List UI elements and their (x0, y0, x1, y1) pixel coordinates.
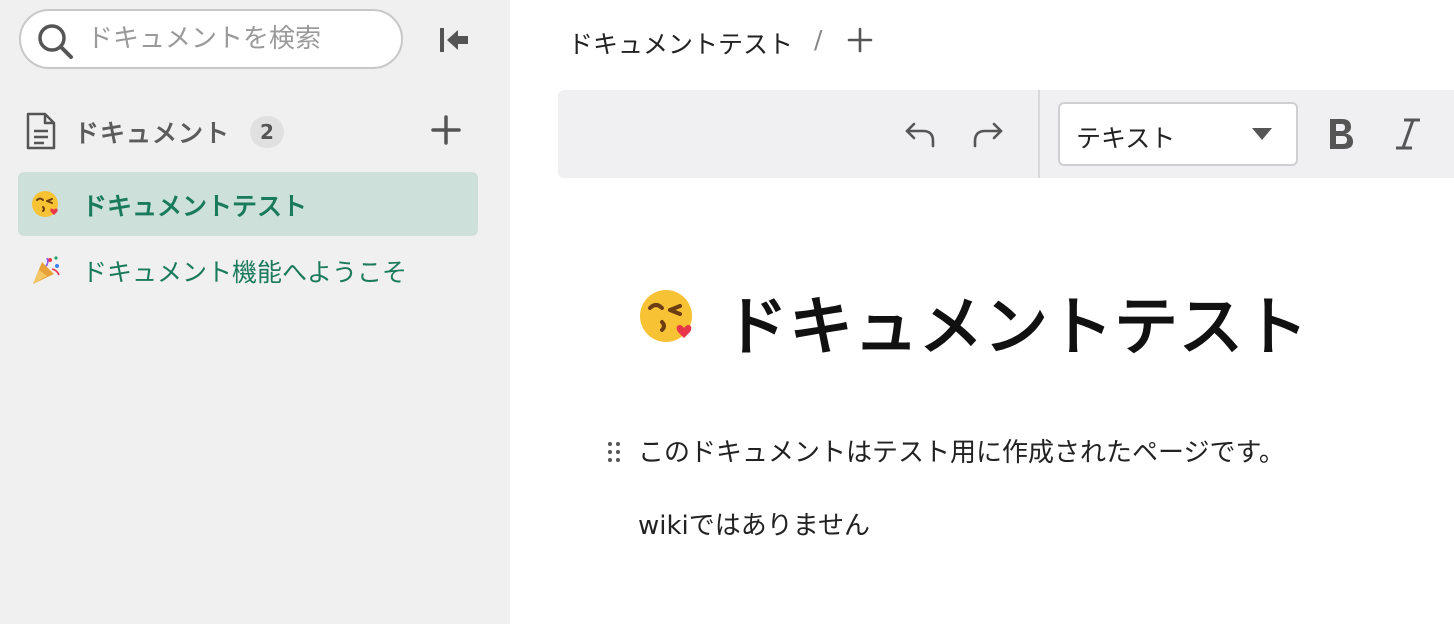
sidebar-item-document-test[interactable]: ドキュメントテスト (18, 172, 478, 236)
caret-down-icon (1252, 128, 1272, 140)
kissing-face-with-heart-icon[interactable] (636, 284, 700, 348)
redo-icon[interactable] (970, 116, 1006, 152)
add-child-page-icon[interactable] (846, 26, 874, 54)
document-count-badge: 2 (250, 116, 284, 148)
collapse-sidebar-icon[interactable] (436, 22, 472, 58)
breadcrumb-separator: / (814, 25, 823, 54)
editor-toolbar: テキスト (558, 90, 1454, 178)
undo-icon[interactable] (902, 116, 938, 152)
block-type-select[interactable]: テキスト (1058, 102, 1298, 166)
paragraph[interactable]: このドキュメントはテスト用に作成されたページです。 (638, 432, 1285, 469)
document-title[interactable]: ドキュメントテスト (724, 276, 1309, 368)
search-input[interactable] (87, 19, 387, 59)
document-icon (26, 112, 56, 150)
documents-section-header: ドキュメント 2 (24, 108, 474, 154)
add-document-icon[interactable] (428, 112, 464, 148)
paragraph[interactable]: wikiではありません (638, 505, 870, 542)
bold-icon[interactable] (1322, 114, 1358, 154)
sidebar-item-welcome[interactable]: ドキュメント機能へようこそ (18, 238, 478, 302)
search-box[interactable] (19, 9, 403, 69)
toolbar-divider (1038, 90, 1040, 178)
party-popper-icon (33, 256, 60, 284)
breadcrumb-current[interactable]: ドキュメントテスト (568, 25, 793, 61)
drag-handle-icon[interactable] (606, 440, 622, 464)
sidebar-item-label: ドキュメントテスト (82, 192, 308, 221)
sidebar: ドキュメント 2 ドキュメントテスト ドキュメント機能へようこそ (0, 0, 510, 624)
search-icon (38, 24, 73, 59)
kissing-face-with-heart-icon (32, 191, 58, 217)
italic-icon[interactable] (1390, 114, 1426, 154)
sidebar-item-label: ドキュメント機能へようこそ (82, 258, 408, 287)
section-title: ドキュメント (74, 119, 231, 148)
block-type-label: テキスト (1076, 124, 1176, 153)
